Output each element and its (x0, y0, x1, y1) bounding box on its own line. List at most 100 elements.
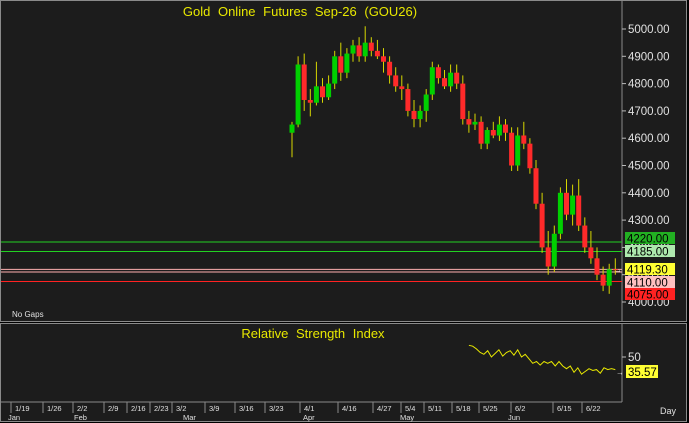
candlestick-series (289, 26, 618, 294)
chart-title: Gold Online Futures Sep-26 (GOU26) (183, 4, 417, 19)
candle-body (557, 192, 563, 234)
candle-body (344, 53, 350, 73)
time-tick-label: 2/2 (77, 404, 87, 413)
month-label: May (400, 413, 414, 422)
time-tick-label: 5/25 (483, 404, 498, 413)
candle-body (600, 274, 606, 286)
price-level-label: 4185.00 (627, 247, 669, 259)
candle-body (594, 258, 600, 275)
candle-body (454, 72, 460, 84)
price-tick-label: 5000.00 (628, 24, 670, 36)
candle-body (393, 75, 399, 87)
candle-body (417, 110, 423, 120)
candle-body (466, 119, 472, 125)
candle-body (381, 56, 386, 62)
month-label: Jun (508, 413, 520, 422)
time-axis: 1/19 1/26 2/2 2/9 2/16 2/23 3/2 3/9 3/16 3/23 4/1 4… (8, 402, 601, 422)
candle-body (368, 42, 374, 51)
candle-body (484, 130, 490, 144)
candle-body (582, 225, 588, 248)
month-label: Apr (303, 413, 315, 422)
candle-body (576, 195, 582, 226)
candle-body (606, 269, 612, 286)
month-label: Mar (183, 413, 196, 422)
price-tick-label: 4400.00 (628, 188, 670, 200)
candle-body (338, 56, 344, 73)
candle-body (332, 56, 338, 84)
candle-body (429, 67, 435, 95)
price-level-label: 4119.30 (627, 265, 668, 277)
time-tick-label: 3/23 (269, 404, 284, 413)
candle-body (350, 45, 356, 54)
candle-body (435, 67, 441, 79)
time-tick-label: 5/18 (456, 404, 471, 413)
candle-body (399, 86, 405, 90)
time-tick-label: 2/16 (131, 404, 146, 413)
candle-body (405, 89, 411, 111)
price-tick-label: 4300.00 (628, 215, 670, 227)
price-levels (1, 241, 622, 283)
price-tick-label: 4500.00 (628, 161, 670, 173)
time-tick-label: 4/1 (304, 404, 314, 413)
price-tick-label: 4700.00 (628, 106, 670, 118)
rsi-current-value: 35.57 → (616, 365, 658, 379)
rsi-axis: 50 (622, 352, 641, 364)
time-tick-label: 3/2 (176, 404, 186, 413)
candle-body (551, 233, 557, 267)
last-price-arrow: → (614, 265, 622, 274)
candle-body (356, 45, 362, 57)
candle-body (301, 64, 307, 100)
candle-body (496, 124, 502, 136)
price-level-label: 4220.00 (627, 234, 669, 246)
candle-body (545, 247, 551, 267)
candle-body (295, 64, 301, 125)
candle-body (478, 121, 484, 144)
price-level-label: 4110.00 (627, 278, 668, 290)
candle-body (307, 99, 313, 103)
candle-body (588, 247, 594, 259)
chart-svg: 4000.004100.004200.004300.004400.004500.… (1, 1, 677, 422)
candle-body (503, 124, 508, 133)
candle-body (570, 195, 576, 215)
candle-body (326, 83, 332, 98)
candle-body (442, 78, 447, 87)
candle-body (472, 121, 478, 125)
candle-body (320, 86, 325, 98)
time-tick-label: 1/19 (15, 404, 30, 413)
time-tick-label: 2/23 (154, 404, 169, 413)
candle-body (448, 72, 454, 87)
time-tick-label: 2/9 (108, 404, 118, 413)
candle-body (515, 135, 521, 166)
candle-body (387, 61, 393, 76)
period-label: Day (660, 406, 677, 416)
time-tick-label: 6/22 (586, 404, 601, 413)
candle-body (423, 94, 429, 111)
month-label: Jan (8, 413, 20, 422)
time-tick-label: 1/26 (47, 404, 62, 413)
month-label: Feb (74, 413, 87, 422)
candle-body (289, 124, 295, 133)
price-tick-label: 4900.00 (628, 51, 670, 63)
price-tick-label: 4600.00 (628, 133, 670, 145)
rsi-tick-label: 50 (628, 352, 641, 364)
time-tick-label: 4/16 (342, 404, 357, 413)
candle-body (509, 132, 515, 166)
time-tick-label: 6/15 (557, 404, 572, 413)
candle-body (313, 86, 319, 103)
candle-body (460, 83, 466, 120)
no-gaps-label: No Gaps (12, 310, 44, 319)
rsi-title: Relative Strength Index (241, 326, 385, 341)
time-tick-label: 3/16 (239, 404, 254, 413)
candle-body (411, 110, 417, 120)
rsi-current-label: 35.57 (628, 367, 657, 379)
time-tick-label: 4/27 (377, 404, 392, 413)
rsi-current-arrow: → (616, 368, 624, 377)
candle-body (521, 135, 527, 144)
price-tick-label: 4800.00 (628, 79, 670, 91)
candle-body (533, 168, 539, 204)
candle-body (374, 50, 380, 57)
candle-body (490, 130, 496, 136)
candle-body (564, 192, 569, 215)
time-tick-label: 5/4 (405, 404, 415, 413)
price-level-label: 4075.00 (627, 290, 669, 302)
